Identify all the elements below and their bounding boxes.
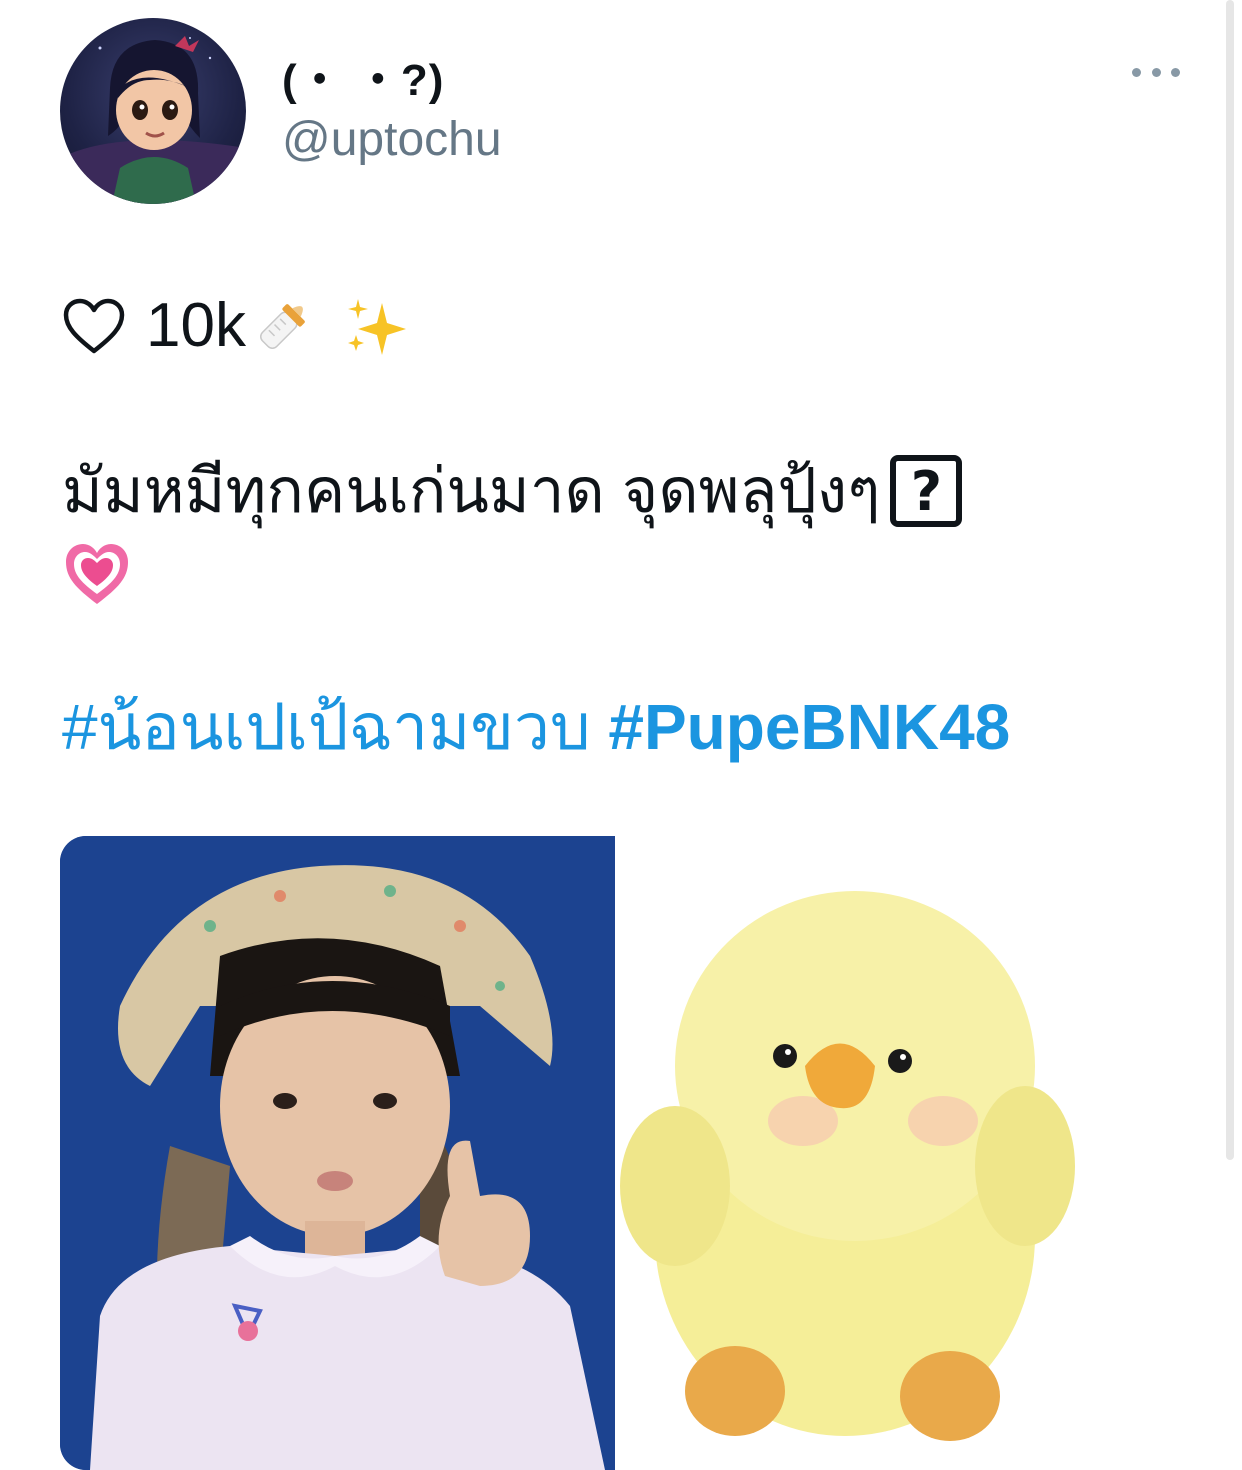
hashtags: #น้อนเปเป้ฉามขวบ #PupeBNK48 [62, 676, 1010, 778]
hashtag-link-1[interactable]: #น้อนเปเป้ฉามขวบ [62, 691, 591, 763]
baby-bottle-emoji [259, 303, 305, 349]
tweet-text: มัมหมีทุกคนเก่นมาด จุดพลุปุ้งๆ [62, 457, 881, 526]
like-count-text: 10k [146, 291, 246, 360]
sparkles-emoji [347, 298, 406, 355]
avatar[interactable] [60, 18, 246, 204]
user-handle[interactable]: @uptochu [282, 112, 502, 167]
tweet: (・ ・?) @uptochu 10k มัมหมีทุกคนเก่นมาด จ… [0, 0, 1242, 1470]
scrollbar[interactable] [1226, 0, 1234, 1160]
hashtag-link-2[interactable]: #PupeBNK48 [608, 691, 1010, 763]
child-thumbs-up-photo[interactable] [60, 836, 615, 1470]
media-grid [60, 836, 1077, 1470]
unknown-glyph-icon: ? [890, 455, 963, 527]
yellow-chick-plush-photo[interactable] [615, 836, 1077, 1470]
display-name[interactable]: (・ ・?) [282, 44, 444, 108]
tweet-text-line-2: มัมหมีทุกคนเก่นมาด จุดพลุปุ้งๆ ? [62, 442, 963, 540]
growing-heart-emoji [66, 544, 128, 604]
tweet-text-line-1: 10k [62, 290, 412, 361]
more-options-icon[interactable] [1128, 52, 1184, 92]
tweet-text-line-3 [62, 540, 132, 610]
outline-heart-icon [63, 298, 125, 353]
